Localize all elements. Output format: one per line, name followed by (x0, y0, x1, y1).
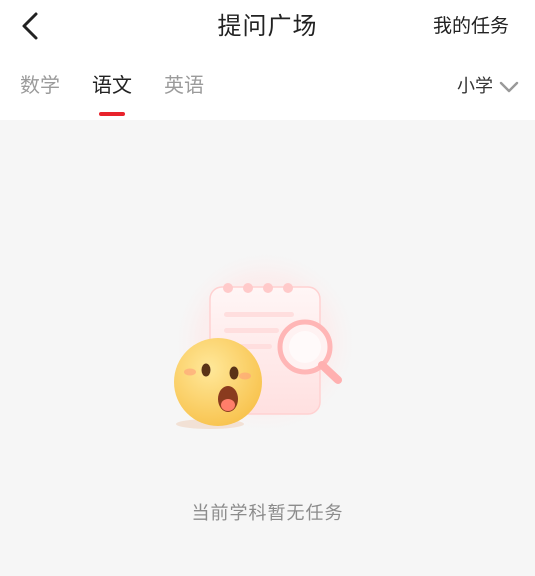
my-tasks-link[interactable]: 我的任务 (433, 12, 509, 40)
tab-math[interactable]: 数学 (20, 70, 60, 100)
grade-dropdown-value: 小学 (457, 76, 493, 97)
tab-chinese[interactable]: 语文 (92, 70, 132, 100)
top-bar: 提问广场 我的任务 数学 语文 英语 小学 (0, 0, 535, 120)
empty-message: 当前学科暂无任务 (191, 503, 344, 524)
empty-state: 当前学科暂无任务 (0, 120, 535, 576)
grade-dropdown[interactable]: 小学 (457, 74, 519, 100)
empty-illustration (160, 247, 375, 452)
tab-english[interactable]: 英语 (164, 70, 204, 100)
chevron-down-icon (499, 80, 519, 94)
subject-tabs: 数学 语文 英语 (20, 70, 204, 100)
